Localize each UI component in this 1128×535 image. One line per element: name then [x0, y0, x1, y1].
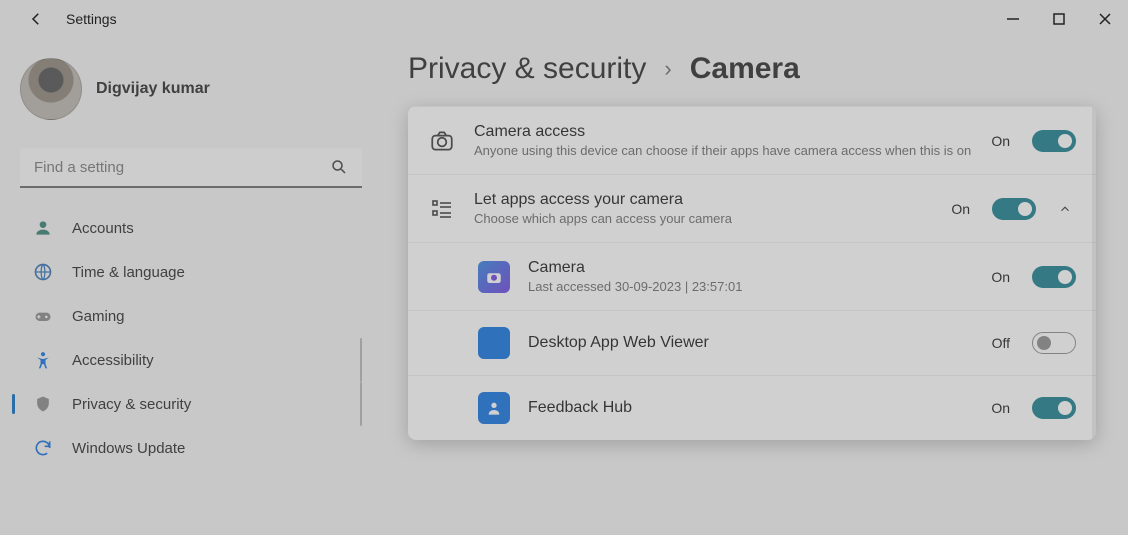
gamepad-icon [32, 305, 54, 327]
app-name: Desktop App Web Viewer [528, 334, 974, 352]
nav-accessibility[interactable]: Accessibility [20, 338, 362, 382]
globe-clock-icon [32, 261, 54, 283]
app-row-camera: Camera Last accessed 30-09-2023 | 23:57:… [408, 242, 1096, 310]
toggle-state-label: On [991, 400, 1010, 416]
search-icon [330, 158, 348, 181]
row-desc: Anyone using this device can choose if t… [474, 143, 973, 158]
app-row-desktop-web-viewer: Desktop App Web Viewer Off [408, 310, 1096, 375]
desktop-web-viewer-toggle[interactable] [1032, 332, 1076, 354]
row-let-apps-access[interactable]: Let apps access your camera Choose which… [408, 174, 1096, 242]
nav-gaming[interactable]: Gaming [20, 294, 362, 338]
chevron-right-icon: › [664, 56, 671, 82]
back-button[interactable] [24, 7, 48, 31]
camera-icon [428, 128, 456, 154]
toggle-state-label: On [991, 133, 1010, 149]
window-title: Settings [66, 11, 117, 27]
nav-item-label: Time & language [72, 264, 185, 281]
search-input[interactable] [20, 148, 362, 188]
toggle-state-label: On [951, 201, 970, 217]
shield-icon [32, 393, 54, 415]
nav-privacy-security[interactable]: Privacy & security [20, 382, 362, 426]
update-icon [32, 437, 54, 459]
scrollbar[interactable] [1092, 106, 1096, 440]
nav-item-label: Accounts [72, 220, 134, 237]
search-box[interactable] [20, 148, 362, 188]
feedback-hub-toggle[interactable] [1032, 397, 1076, 419]
list-icon [428, 197, 456, 221]
avatar [20, 58, 82, 120]
nav-item-label: Accessibility [72, 352, 154, 369]
nav-item-label: Gaming [72, 308, 125, 325]
camera-app-icon [478, 261, 510, 293]
nav-item-label: Windows Update [72, 440, 185, 457]
accessibility-icon [32, 349, 54, 371]
breadcrumb-parent[interactable]: Privacy & security [408, 52, 646, 86]
breadcrumb: Privacy & security › Camera [408, 52, 1096, 86]
user-name: Digvijay kumar [96, 80, 210, 98]
app-meta: Last accessed 30-09-2023 | 23:57:01 [528, 279, 973, 294]
toggle-state-label: On [991, 269, 1010, 285]
feedback-hub-icon [478, 392, 510, 424]
chevron-up-icon[interactable] [1054, 202, 1076, 216]
nav-windows-update[interactable]: Windows Update [20, 426, 362, 470]
app-name: Feedback Hub [528, 399, 973, 417]
nav-item-label: Privacy & security [72, 396, 191, 413]
close-button[interactable] [1082, 0, 1128, 38]
settings-panel: Camera access Anyone using this device c… [408, 106, 1096, 440]
toggle-state-label: Off [992, 335, 1010, 351]
row-title: Camera access [474, 123, 973, 141]
camera-app-toggle[interactable] [1032, 266, 1076, 288]
nav-accounts[interactable]: Accounts [20, 206, 362, 250]
row-desc: Choose which apps can access your camera [474, 211, 933, 226]
minimize-button[interactable] [990, 0, 1036, 38]
user-profile[interactable]: Digvijay kumar [20, 58, 362, 120]
breadcrumb-current: Camera [690, 52, 800, 86]
nav-time-language[interactable]: Time & language [20, 250, 362, 294]
row-title: Let apps access your camera [474, 191, 933, 209]
app-row-feedback-hub: Feedback Hub On [408, 375, 1096, 440]
desktop-web-viewer-icon [478, 327, 510, 359]
camera-access-toggle[interactable] [1032, 130, 1076, 152]
app-name: Camera [528, 259, 973, 277]
maximize-button[interactable] [1036, 0, 1082, 38]
accounts-icon [32, 217, 54, 239]
row-camera-access: Camera access Anyone using this device c… [408, 106, 1096, 174]
let-apps-toggle[interactable] [992, 198, 1036, 220]
